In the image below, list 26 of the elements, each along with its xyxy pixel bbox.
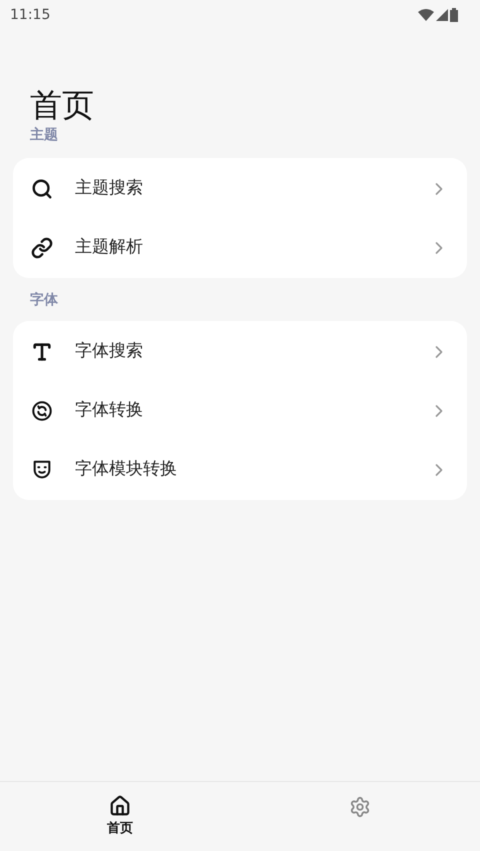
text-size-icon <box>31 340 53 362</box>
menu-item-label: 主题搜索 <box>75 176 144 200</box>
menu-item-label: 字体转换 <box>75 398 144 422</box>
section-heading: 字体 <box>30 290 59 310</box>
menu-item-label: 字体搜索 <box>75 340 144 363</box>
menu-item-label: 字体模块转换 <box>75 458 178 481</box>
menu-item[interactable]: 字体搜索 <box>13 322 467 381</box>
settings-icon <box>349 796 371 818</box>
menu-item-label: 主题解析 <box>75 236 144 259</box>
menu-item[interactable]: 字体模块转换 <box>13 440 467 499</box>
search-icon <box>31 178 53 200</box>
circular-arrows-icon <box>31 400 53 422</box>
menu-item[interactable]: 主题搜索 <box>13 159 467 218</box>
page-title: 首页 <box>30 85 95 125</box>
nav-tab[interactable]: 首页 <box>0 782 240 851</box>
signal-icon <box>436 9 448 21</box>
nav-label: 首页 <box>107 820 133 838</box>
mask-icon <box>31 458 53 480</box>
home-icon <box>109 794 131 817</box>
wifi-icon <box>418 9 434 21</box>
section-heading: 主题 <box>30 126 59 145</box>
menu-item[interactable]: 字体转换 <box>13 381 467 440</box>
menu-item[interactable]: 主题解析 <box>13 218 467 277</box>
link-icon <box>31 236 53 258</box>
battery-icon <box>450 8 458 22</box>
status-time: 11:15 <box>10 6 50 24</box>
